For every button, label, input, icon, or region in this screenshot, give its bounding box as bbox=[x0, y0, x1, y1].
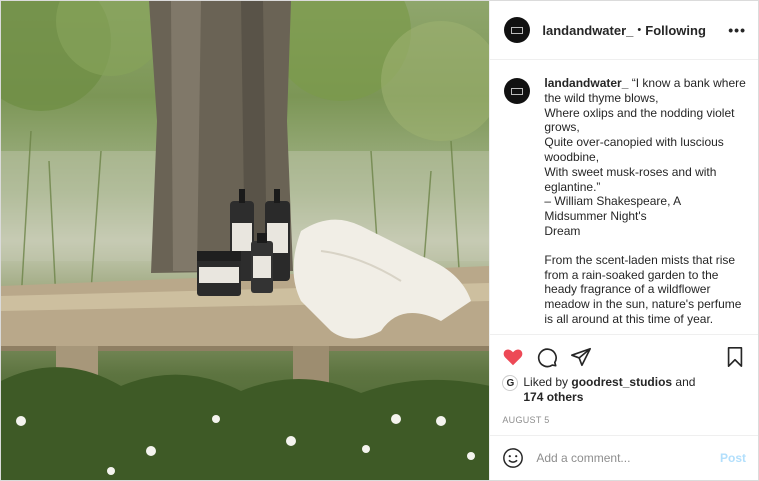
caption-avatar[interactable] bbox=[504, 78, 531, 104]
action-icons bbox=[502, 343, 746, 371]
brand-logo-icon bbox=[511, 26, 524, 34]
post-caption: landandwater_ “I know a bank where the w… bbox=[490, 60, 758, 334]
heart-icon[interactable] bbox=[502, 346, 524, 368]
liker-username[interactable]: goodrest_studios bbox=[571, 375, 672, 389]
caption-paragraph-1: “I know a bank where the wild thyme blow… bbox=[544, 76, 746, 238]
post-comment-button[interactable]: Post bbox=[720, 451, 746, 465]
header-separator: • bbox=[637, 24, 642, 36]
likes-conj: and bbox=[672, 375, 696, 389]
share-icon[interactable] bbox=[570, 346, 592, 368]
emoji-icon[interactable] bbox=[502, 447, 524, 469]
post-sidebar: landandwater_ • Following ••• landandwat… bbox=[489, 1, 758, 480]
product-scene-illustration bbox=[1, 1, 490, 480]
post-actions: G Liked by goodrest_studios and 174 other… bbox=[490, 334, 758, 435]
header-username[interactable]: landandwater_ bbox=[542, 23, 633, 38]
bookmark-icon[interactable] bbox=[724, 346, 746, 368]
caption-paragraph-2: From the scent-laden mists that rise fro… bbox=[544, 252, 742, 326]
comment-icon[interactable] bbox=[536, 346, 558, 368]
liker-avatar[interactable]: G bbox=[502, 375, 519, 391]
likes-text: Liked by goodrest_studios and 174 others bbox=[523, 375, 695, 405]
post-photo[interactable] bbox=[1, 1, 490, 480]
post-date: AUGUST 5 bbox=[502, 415, 550, 425]
following-button[interactable]: Following bbox=[645, 23, 706, 38]
profile-avatar[interactable] bbox=[504, 17, 531, 43]
likes-summary: G Liked by goodrest_studios and 174 other… bbox=[502, 375, 746, 405]
comment-bar: Post bbox=[490, 435, 758, 480]
instagram-post: landandwater_ • Following ••• landandwat… bbox=[0, 0, 759, 481]
likes-prefix: Liked by bbox=[523, 375, 572, 389]
caption-text: landandwater_ “I know a bank where the w… bbox=[544, 76, 745, 334]
caption-username[interactable]: landandwater_ bbox=[544, 76, 628, 90]
more-options-icon[interactable]: ••• bbox=[728, 22, 746, 38]
brand-logo-icon bbox=[511, 87, 524, 95]
post-header: landandwater_ • Following ••• bbox=[490, 1, 758, 60]
comment-input[interactable] bbox=[534, 450, 720, 466]
likes-count[interactable]: 174 others bbox=[523, 390, 583, 404]
